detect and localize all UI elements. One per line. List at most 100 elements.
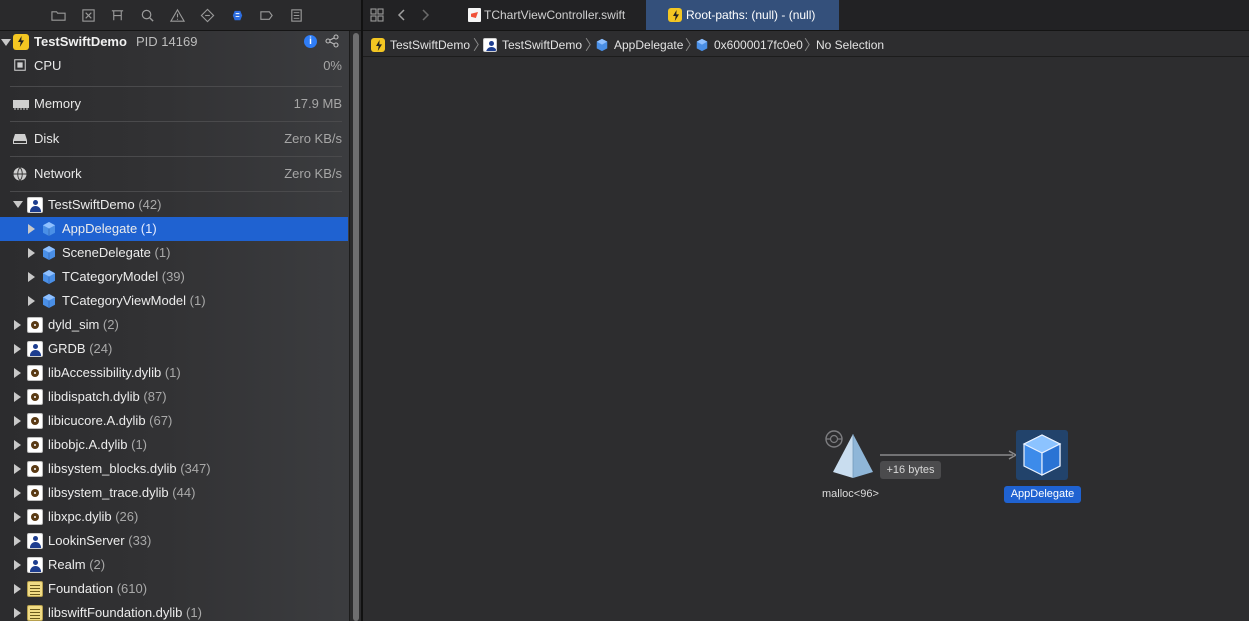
tree-count: (42) [138,197,162,212]
class-cube-icon [41,245,57,261]
tab-swift-file[interactable]: TChartViewController.swift [462,0,643,30]
disclosure-closed-icon[interactable] [14,536,21,546]
test-diamond-icon[interactable] [199,7,215,23]
breadcrumb-app[interactable]: TestSwiftDemo [371,37,470,53]
tree-row-class[interactable]: TCategoryViewModel (1) [0,289,348,313]
breadcrumb-class[interactable]: AppDelegate [595,37,683,53]
breadcrumb-instance[interactable]: 0x6000017fc0e0 [695,37,803,53]
disclosure-closed-icon[interactable] [14,608,21,618]
tree-count: (2) [89,557,106,572]
navigator-scrollbar[interactable] [349,31,361,621]
tree-label: Realm [48,557,86,572]
disclosure-closed-icon[interactable] [14,320,21,330]
app-icon [371,38,385,52]
tree-label: libxpc.dylib [48,509,112,524]
tree-row-module[interactable]: GRDB (24) [0,337,348,361]
tree-row-library[interactable]: libobjc.A.dylib (1) [0,433,348,457]
tree-count: (67) [149,413,173,428]
dylib-icon [27,437,43,453]
scrollbar-thumb[interactable] [353,33,359,621]
tree-label: TCategoryViewModel [62,293,187,308]
edge-size-badge: +16 bytes [880,461,941,479]
tree-row-library[interactable]: libsystem_trace.dylib (44) [0,481,348,505]
tree-row-library[interactable]: libicucore.A.dylib (67) [0,409,348,433]
tab-label: Root-paths: (null) - (null) [686,8,816,22]
tree-label: dyld_sim [48,317,100,332]
malloc-pyramid-icon[interactable] [831,432,875,478]
dylib-icon [27,461,43,477]
info-icon[interactable]: i [304,35,317,48]
breakpoint-icon[interactable] [258,7,274,23]
tree-count: (24) [89,341,113,356]
tab-root-paths[interactable]: Root-paths: (null) - (null) [646,0,839,30]
process-name: TestSwiftDemo [34,34,127,49]
tree-row-library[interactable]: libAccessibility.dylib (1) [0,361,348,385]
debug-navigator-icon[interactable] [229,7,245,23]
breadcrumb-selection[interactable]: No Selection [816,37,884,53]
disclosure-closed-icon[interactable] [14,368,21,378]
tree-label: AppDelegate [62,221,138,236]
tree-row-library[interactable]: libdispatch.dylib (87) [0,385,348,409]
disclosure-closed-icon[interactable] [28,296,35,306]
tree-row-library[interactable]: libsystem_blocks.dylib (347) [0,457,348,481]
gauge-disk[interactable]: Disk Zero KB/s [10,122,342,157]
folder-icon[interactable] [50,7,66,23]
symbol-icon[interactable] [109,7,125,23]
tree-label: libobjc.A.dylib [48,437,128,452]
tree-row-framework[interactable]: libswiftFoundation.dylib (1) [0,601,348,621]
breadcrumb-module[interactable]: TestSwiftDemo [483,37,582,53]
dylib-icon [27,389,43,405]
disclosure-closed-icon[interactable] [14,488,21,498]
target-node[interactable] [1016,430,1068,480]
disclosure-closed-icon[interactable] [28,272,35,282]
issue-warning-icon[interactable] [169,7,185,23]
disclosure-closed-icon[interactable] [14,560,21,570]
back-chevron-icon[interactable] [397,8,407,22]
disclosure-closed-icon[interactable] [14,392,21,402]
tree-row-class[interactable]: SceneDelegate (1) [0,241,348,265]
source-control-icon[interactable] [80,7,96,23]
breadcrumb-label: TestSwiftDemo [502,38,583,52]
disclosure-closed-icon[interactable] [14,464,21,474]
disclosure-closed-icon[interactable] [14,512,21,522]
disclosure-open-icon[interactable] [1,39,11,46]
disclosure-closed-icon[interactable] [14,584,21,594]
tree-count: (26) [115,509,139,524]
disclosure-closed-icon[interactable] [14,440,21,450]
tab-label: TChartViewController.swift [484,8,626,22]
tree-label: libswiftFoundation.dylib [48,605,183,620]
tree-label: libsystem_blocks.dylib [48,461,177,476]
tree-label: Foundation [48,581,114,596]
tree-label: TestSwiftDemo [48,197,135,212]
breadcrumb-label: TestSwiftDemo [390,38,471,52]
gauge-cpu[interactable]: CPU 0% [10,52,342,87]
disclosure-closed-icon[interactable] [14,344,21,354]
disclosure-closed-icon[interactable] [28,224,35,234]
tree-row-class-selected[interactable]: AppDelegate (1) [0,217,348,241]
tree-row-framework[interactable]: Foundation (610) [0,577,348,601]
disclosure-closed-icon[interactable] [14,416,21,426]
forward-chevron-icon[interactable] [420,8,430,22]
process-row[interactable]: TestSwiftDemo PID 14169 i [0,31,348,53]
tree-label: libsystem_trace.dylib [48,485,169,500]
share-graph-icon[interactable] [325,34,339,48]
tree-row-library[interactable]: dyld_sim (2) [0,313,348,337]
search-icon[interactable] [139,7,155,23]
dylib-icon [27,413,43,429]
app-icon [13,34,29,50]
tree-row-module[interactable]: LookinServer (33) [0,529,348,553]
tree-count: (347) [180,461,211,476]
tree-row-module[interactable]: Realm (2) [0,553,348,577]
tab-bar: TChartViewController.swift Root-paths: (… [363,0,1249,31]
tree-row-library[interactable]: libxpc.dylib (26) [0,505,348,529]
disclosure-open-icon[interactable] [13,201,23,208]
gauge-network[interactable]: Network Zero KB/s [10,157,342,192]
report-icon[interactable] [288,7,304,23]
disclosure-closed-icon[interactable] [28,248,35,258]
grid-icon[interactable] [370,8,384,22]
app-icon [668,8,682,22]
tree-row-module[interactable]: TestSwiftDemo (42) [0,193,348,217]
tree-row-class[interactable]: TCategoryModel (39) [0,265,348,289]
memory-graph-canvas[interactable]: malloc<96> +16 bytes AppDelegate [363,58,1249,621]
gauge-memory[interactable]: Memory 17.9 MB [10,87,342,122]
